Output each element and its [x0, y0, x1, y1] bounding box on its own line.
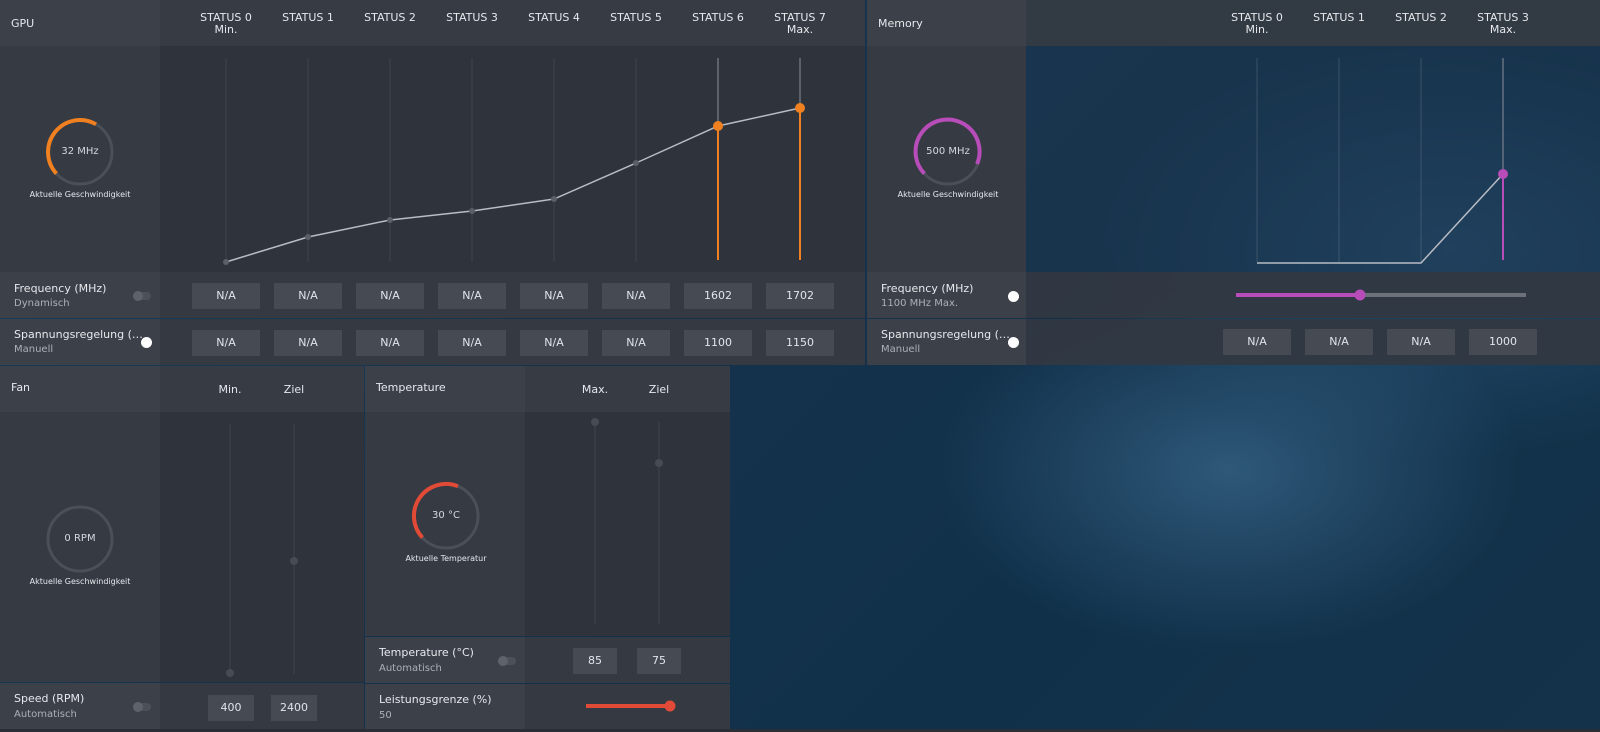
temperature-mode: Automatisch — [379, 663, 442, 674]
temperature-curve-sliders — [591, 418, 663, 624]
memory-status-3-point[interactable] — [1498, 169, 1508, 179]
gpu-voltage-status-7[interactable]: 1150 — [766, 330, 834, 356]
memory-frequency-label-cell — [867, 272, 1026, 318]
temperature-target-handle[interactable] — [655, 459, 663, 467]
temperature-toggle[interactable] — [498, 656, 516, 666]
memory-voltage-label: Spannungsregelung (… — [881, 328, 1010, 341]
memory-voltage-label-cell — [867, 319, 1026, 365]
memory-voltage-status-2[interactable]: N/A — [1387, 329, 1455, 355]
memory-voltage-toggle[interactable] — [1008, 337, 1019, 348]
temperature-label: Temperature (°C) — [379, 646, 474, 659]
memory-voltage-mode: Manuell — [881, 344, 921, 355]
power-limit-label: Leistungsgrenze (%) — [379, 693, 492, 706]
memory-voltage-status-0[interactable]: N/A — [1223, 329, 1291, 355]
temperature-max-handle[interactable] — [591, 418, 599, 426]
memory-frequency-slider[interactable] — [1236, 288, 1526, 304]
memory-voltage-status-3[interactable]: 1000 — [1469, 329, 1537, 355]
gpu-frequency-status-7[interactable]: 1702 — [766, 283, 834, 309]
power-limit-value: 50 — [379, 710, 392, 721]
memory-voltage-status-1[interactable]: N/A — [1305, 329, 1373, 355]
memory-frequency-toggle[interactable] — [1008, 291, 1019, 302]
memory-frequency-mode: 1100 MHz Max. — [881, 298, 959, 309]
memory-frequency-label: Frequency (MHz) — [881, 282, 974, 295]
temperature-max-value[interactable]: 85 — [573, 648, 617, 674]
temperature-target-value[interactable]: 75 — [637, 648, 681, 674]
power-limit-slider[interactable] — [586, 698, 676, 714]
